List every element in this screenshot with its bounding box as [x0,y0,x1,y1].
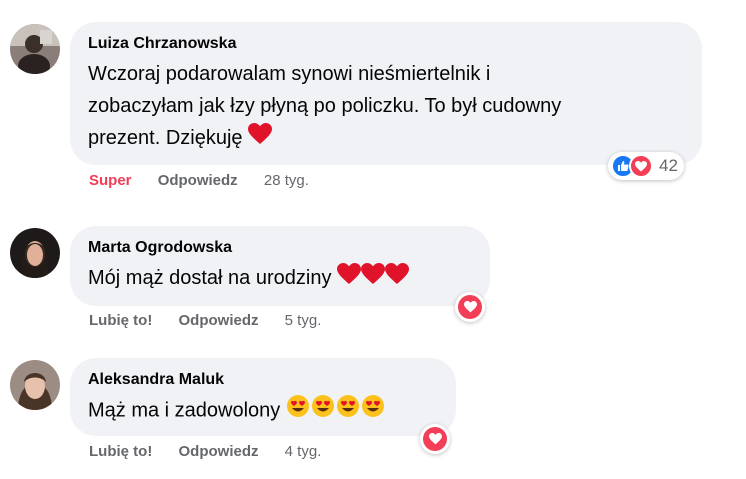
reply-button[interactable]: Odpowiedz [179,443,259,460]
reply-button[interactable]: Odpowiedz [158,172,238,189]
like-button[interactable]: Lubię to! [89,312,152,329]
comment-text: Wczoraj podarowalam synowi nieśmiertelni… [88,58,684,155]
heart-eyes-emoji-icon [286,394,310,428]
timestamp[interactable]: 28 tyg. [264,172,309,189]
comment-author[interactable]: Aleksandra Maluk [88,370,438,390]
comment-text: Mój mąż dostał na urodziny [88,262,472,295]
comment-author[interactable]: Luiza Chrzanowska [88,34,684,54]
love-reaction-icon [423,427,447,451]
avatar[interactable] [10,360,60,410]
avatar[interactable] [10,24,60,74]
love-reaction-icon [458,295,482,319]
reply-button[interactable]: Odpowiedz [179,312,259,329]
comment-actions: Lubię to! Odpowiedz 5 tyg. [89,312,343,329]
comment-text: Mąż ma i zadowolony [88,394,438,428]
heart-emoji-icon [248,122,273,155]
comment-author[interactable]: Marta Ogrodowska [88,238,472,258]
love-reaction-badge[interactable] [455,292,485,322]
heart-eyes-emoji-icon [336,394,360,428]
heart-emoji-icon [337,262,362,295]
comment-bubble: Luiza Chrzanowska Wczoraj podarowalam sy… [70,22,702,165]
reaction-count: 42 [659,156,678,175]
heart-emoji-icon [385,262,410,295]
love-reaction-badge[interactable] [420,424,450,454]
reactions-badge[interactable]: 42 [608,152,684,180]
timestamp[interactable]: 5 tyg. [285,312,322,329]
react-button[interactable]: Super [89,172,132,189]
like-button[interactable]: Lubię to! [89,443,152,460]
timestamp[interactable]: 4 tyg. [285,443,322,460]
avatar[interactable] [10,228,60,278]
comment-bubble: Aleksandra Maluk Mąż ma i zadowolony [70,358,456,436]
love-reaction-icon [629,154,653,178]
comment-bubble: Marta Ogrodowska Mój mąż dostał na urodz… [70,226,490,306]
heart-eyes-emoji-icon [311,394,335,428]
comment-actions: Lubię to! Odpowiedz 4 tyg. [89,443,343,460]
comment-actions: Super Odpowiedz 28 tyg. [89,172,331,189]
heart-emoji-icon [361,262,386,295]
heart-eyes-emoji-icon [361,394,385,428]
